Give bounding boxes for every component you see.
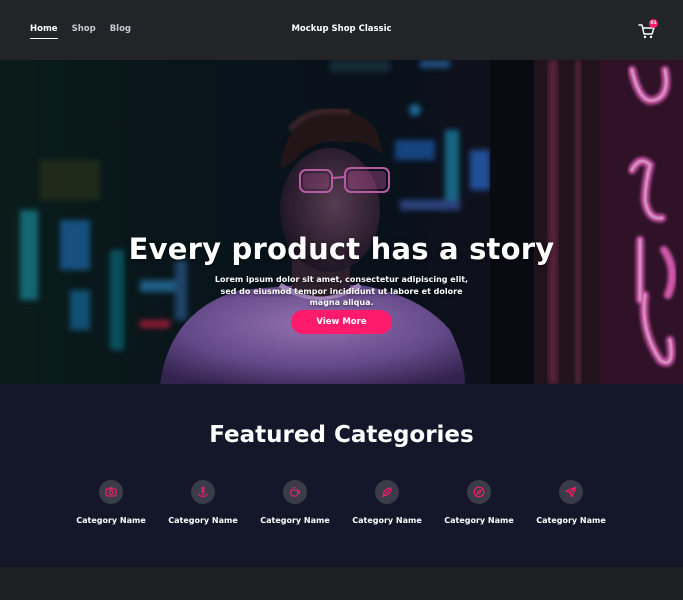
compass-icon: [473, 486, 485, 498]
category-label: Category Name: [444, 516, 514, 525]
feather-icon: [382, 487, 392, 498]
category-label: Category Name: [536, 516, 606, 525]
hero-title: Every product has a story: [128, 232, 555, 266]
hero-description: Lorem ipsum dolor sit amet, consectetur …: [214, 275, 469, 307]
view-more-button[interactable]: View More: [291, 310, 392, 334]
category-label: Category Name: [168, 516, 238, 525]
anchor-icon: [197, 486, 209, 498]
footer-strip: [0, 567, 683, 600]
coffee-icon: [290, 487, 301, 497]
category-label: Category Name: [76, 516, 146, 525]
hero-banner: Every product has a story Lorem ipsum do…: [0, 60, 683, 384]
hero-background-image: [0, 60, 683, 384]
featured-categories-section: Featured Categories Category Name Catego…: [0, 384, 683, 567]
category-label: Category Name: [260, 516, 330, 525]
category-label: Category Name: [352, 516, 422, 525]
section-title: Featured Categories: [209, 422, 474, 448]
send-icon: [565, 486, 577, 498]
site-brand[interactable]: Mockup Shop Classic: [0, 24, 683, 34]
site-header: Home Shop Blog Mockup Shop Classic 01: [0, 0, 683, 60]
camera-icon: [105, 487, 117, 497]
cart-count-badge: 01: [649, 19, 658, 28]
